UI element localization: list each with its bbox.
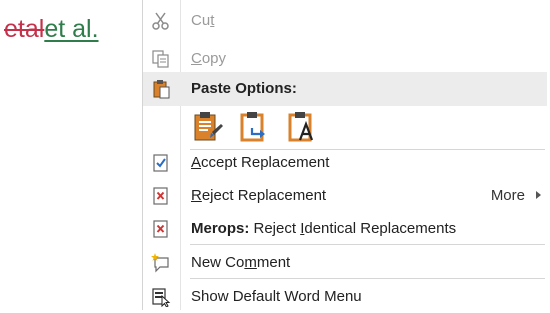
copy-icon xyxy=(151,49,171,69)
scissors-icon xyxy=(151,11,171,31)
menu-item-label: Cut xyxy=(191,12,215,29)
paste-text-only-icon[interactable] xyxy=(286,108,320,144)
paste-options-label: Paste Options: xyxy=(191,80,297,97)
paste-options-header: Paste Options: xyxy=(143,72,547,106)
paste-merge-formatting-icon[interactable] xyxy=(238,108,272,144)
inserted-text[interactable]: et al. xyxy=(44,15,98,43)
more-submenu-label[interactable]: More xyxy=(491,187,525,204)
new-comment-icon xyxy=(151,253,171,273)
paste-options-row xyxy=(143,106,547,146)
paste-keep-formatting-icon[interactable] xyxy=(191,108,225,144)
menu-item-accept-replacement[interactable]: Accept Replacement xyxy=(143,146,547,179)
menu-item-label: Merops: Reject Identical Replacements xyxy=(191,220,457,237)
tracked-change-text[interactable]: etalet al. xyxy=(4,12,99,46)
x-document-icon xyxy=(151,219,171,239)
x-document-icon xyxy=(151,186,171,206)
checkmark-document-icon xyxy=(151,153,171,173)
menu-item-label: New Comment xyxy=(191,254,291,271)
menu-item-label: Show Default Word Menu xyxy=(191,288,362,305)
menu-item-reject-identical[interactable]: Merops: Reject Identical Replacements xyxy=(143,212,547,245)
clipboard-icon xyxy=(151,79,171,99)
menu-item-new-comment[interactable]: New Comment xyxy=(143,246,547,279)
menu-item-label: Copy xyxy=(191,50,227,67)
menu-item-copy[interactable]: Copy xyxy=(143,42,547,75)
menu-item-reject-replacement[interactable]: Reject Replacement More xyxy=(143,179,547,212)
deleted-text[interactable]: etal xyxy=(4,15,44,43)
chevron-right-icon xyxy=(536,191,541,199)
word-menu-icon xyxy=(151,287,171,308)
menu-item-cut[interactable]: Cut xyxy=(143,4,547,37)
menu-separator xyxy=(190,278,545,279)
menu-item-label: Reject Replacement xyxy=(191,187,327,204)
menu-item-show-default-word-menu[interactable]: Show Default Word Menu xyxy=(143,280,547,313)
menu-item-label: Accept Replacement xyxy=(191,154,330,171)
context-menu: Cut Copy Paste Options: Accept Replaceme… xyxy=(142,0,547,310)
menu-separator xyxy=(190,244,545,245)
